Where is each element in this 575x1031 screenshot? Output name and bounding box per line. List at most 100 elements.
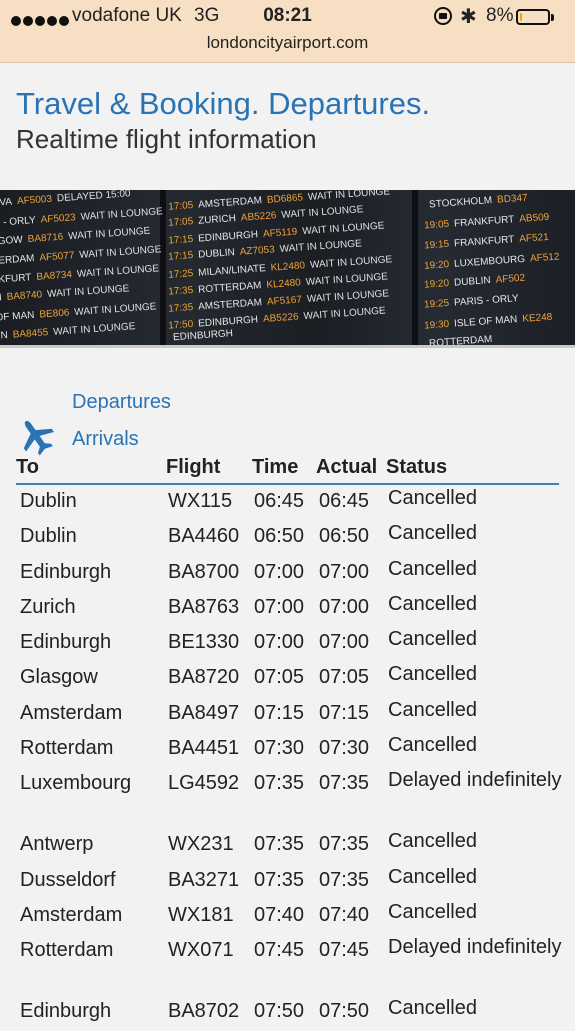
actual-time-cell: 07:00: [319, 631, 370, 654]
battery-percentage: 8%: [486, 5, 514, 26]
status-cell: Delayed indefinitely: [388, 936, 562, 959]
scheduled-time-cell: 06:50: [254, 525, 305, 548]
actual-time-cell: 07:15: [319, 701, 370, 724]
board-line: 19:20 DUBLIN AF502: [423, 272, 526, 291]
destination-cell: Amsterdam: [20, 701, 123, 724]
status-bar: vodafone UK 3G 08:21 ✱ 8% londoncityairp…: [0, 0, 575, 63]
scheduled-time-cell: 07:00: [254, 631, 305, 654]
actual-time-cell: 06:45: [319, 490, 370, 512]
destination-cell: Edinburgh: [20, 1000, 112, 1023]
scheduled-time-cell: 07:35: [254, 868, 305, 891]
table-row: Amsterdam WX181 07:40 07:40 Cancelled: [0, 899, 575, 934]
status-cell: Cancelled: [388, 997, 477, 1020]
scheduled-time-cell: 07:30: [254, 737, 305, 760]
destination-cell: Dublin: [20, 525, 77, 548]
destination-cell: Glasgow: [20, 666, 98, 689]
scheduled-time-cell: 07:40: [254, 903, 305, 926]
board-line: STOCKHOLM BD347: [428, 192, 529, 211]
battery-icon: [516, 9, 550, 25]
flight-number-cell: BA8763: [168, 595, 240, 618]
carrier-name: vodafone UK: [72, 5, 182, 26]
bluetooth-icon: ✱: [460, 6, 477, 28]
signal-strength-icon: [11, 10, 71, 32]
column-header-flight: Flight: [166, 456, 221, 478]
actual-time-cell: 07:30: [319, 737, 370, 760]
destination-cell: Edinburgh: [20, 631, 112, 654]
board-line: ROTTERDAM: [428, 333, 493, 348]
actual-time-cell: 07:35: [319, 772, 370, 795]
board-line: GENEVA AF5003 DELAYED 15:00: [0, 190, 131, 211]
table-row: Amsterdam BA8497 07:15 07:15 Cancelled: [0, 697, 575, 732]
table-row: Glasgow BA8720 07:05 07:05 Cancelled: [0, 661, 575, 696]
board-line: 19:25 PARIS - ORLY: [423, 293, 519, 311]
scheduled-time-cell: 06:45: [254, 490, 305, 512]
actual-time-cell: 07:00: [319, 595, 370, 618]
plane-icon: [23, 420, 54, 456]
departures-board-middle: 17:05 AMSTERDAM BD6865 WAIT IN LOUNGE 17:05 Z…: [162, 190, 418, 345]
destination-cell: Antwerp: [20, 833, 94, 856]
scheduled-time-cell: 07:45: [254, 939, 305, 962]
table-row: Zurich BA8763 07:00 07:00 Cancelled: [0, 591, 575, 626]
status-cell: Cancelled: [388, 663, 477, 686]
table-row: Antwerp WX231 07:35 07:35 Cancelled: [0, 828, 575, 863]
actual-time-cell: 07:50: [319, 1000, 370, 1023]
status-cell: Cancelled: [388, 830, 477, 853]
scheduled-time-cell: 07:00: [254, 595, 305, 618]
actual-time-cell: 06:50: [319, 525, 370, 548]
flight-number-cell: BE1330: [168, 631, 240, 654]
flight-number-cell: WX071: [168, 939, 234, 962]
flight-number-cell: BA3271: [168, 868, 240, 891]
url-bar[interactable]: londoncityairport.com: [0, 33, 575, 53]
arrivals-link[interactable]: Arrivals: [72, 428, 139, 451]
board-line: FRANKFURT BA8734 WAIT IN LOUNGE: [0, 263, 160, 288]
board-line: DUBLIN BA8455 WAIT IN LOUNGE: [0, 321, 136, 344]
destination-cell: Rotterdam: [20, 737, 114, 760]
scheduled-time-cell: 07:35: [254, 772, 305, 795]
table-row: Dublin WX115 06:45 06:45 Cancelled: [0, 485, 575, 520]
board-line: MILAN BA8740 WAIT IN LOUNGE: [0, 283, 130, 306]
status-cell: Cancelled: [388, 865, 477, 888]
scheduled-time-cell: 07:15: [254, 701, 305, 724]
actual-time-cell: 07:35: [319, 868, 370, 891]
scheduled-time-cell: 07:00: [254, 560, 305, 583]
scheduled-time-cell: 07:50: [254, 1000, 305, 1023]
flight-number-cell: BA8720: [168, 666, 240, 689]
flight-number-cell: WX181: [168, 903, 234, 926]
board-line: 19:15 FRANKFURT AF521: [423, 231, 550, 252]
column-header-actual: Actual: [316, 456, 378, 478]
actual-time-cell: 07:45: [319, 939, 370, 962]
status-cell: Cancelled: [388, 487, 477, 509]
board-line: 19:20 LUXEMBOURG AF512: [423, 251, 560, 272]
flight-number-cell: BA4460: [168, 525, 240, 548]
status-cell: Cancelled: [388, 557, 477, 580]
flight-number-cell: LG4592: [168, 772, 240, 795]
destination-cell: Rotterdam: [20, 939, 114, 962]
departures-link[interactable]: Departures: [72, 391, 171, 414]
board-line: 19:30 ISLE OF MAN KE248: [423, 311, 553, 332]
departures-board-banner: GENEVAAF5003DELAYED 15:00PARIS - ORLYAF5…: [0, 190, 575, 348]
board-line: 19:05 FRANKFURT AB509: [423, 211, 550, 232]
column-header-status: Status: [386, 456, 448, 478]
destination-cell: Dublin: [20, 490, 77, 512]
status-cell: Delayed indefinitely: [388, 769, 562, 792]
actual-time-cell: 07:40: [319, 903, 370, 926]
departures-table: Dublin WX115 06:45 06:45 Cancelled Dublin BA44…: [0, 485, 575, 1031]
table-row: Luxembourg LG4592 07:35 07:35 Delayed indefi…: [0, 767, 575, 828]
table-row: Dusseldorf BA3271 07:35 07:35 Cancelled: [0, 864, 575, 899]
rotation-lock-icon: [434, 7, 452, 25]
table-row: Dublin BA4460 06:50 06:50 Cancelled: [0, 520, 575, 555]
table-row: Edinburgh BA8702 07:50 07:50 Cancelled: [0, 995, 575, 1030]
flight-number-cell: BA8497: [168, 701, 240, 724]
table-row: Edinburgh BE1330 07:00 07:00 Cancelled: [0, 626, 575, 661]
scheduled-time-cell: 07:05: [254, 666, 305, 689]
status-cell: Cancelled: [388, 522, 477, 545]
flight-number-cell: BA8702: [168, 1000, 240, 1023]
page-title: Travel & Booking. Departures.: [16, 86, 431, 121]
status-cell: Cancelled: [388, 734, 477, 757]
destination-cell: Amsterdam: [20, 903, 123, 926]
table-row: Edinburgh BA8700 07:00 07:00 Cancelled: [0, 556, 575, 591]
status-cell: Cancelled: [388, 592, 477, 615]
flight-number-cell: BA8700: [168, 560, 240, 583]
column-header-time: Time: [252, 456, 299, 478]
network-type: 3G: [194, 5, 220, 26]
